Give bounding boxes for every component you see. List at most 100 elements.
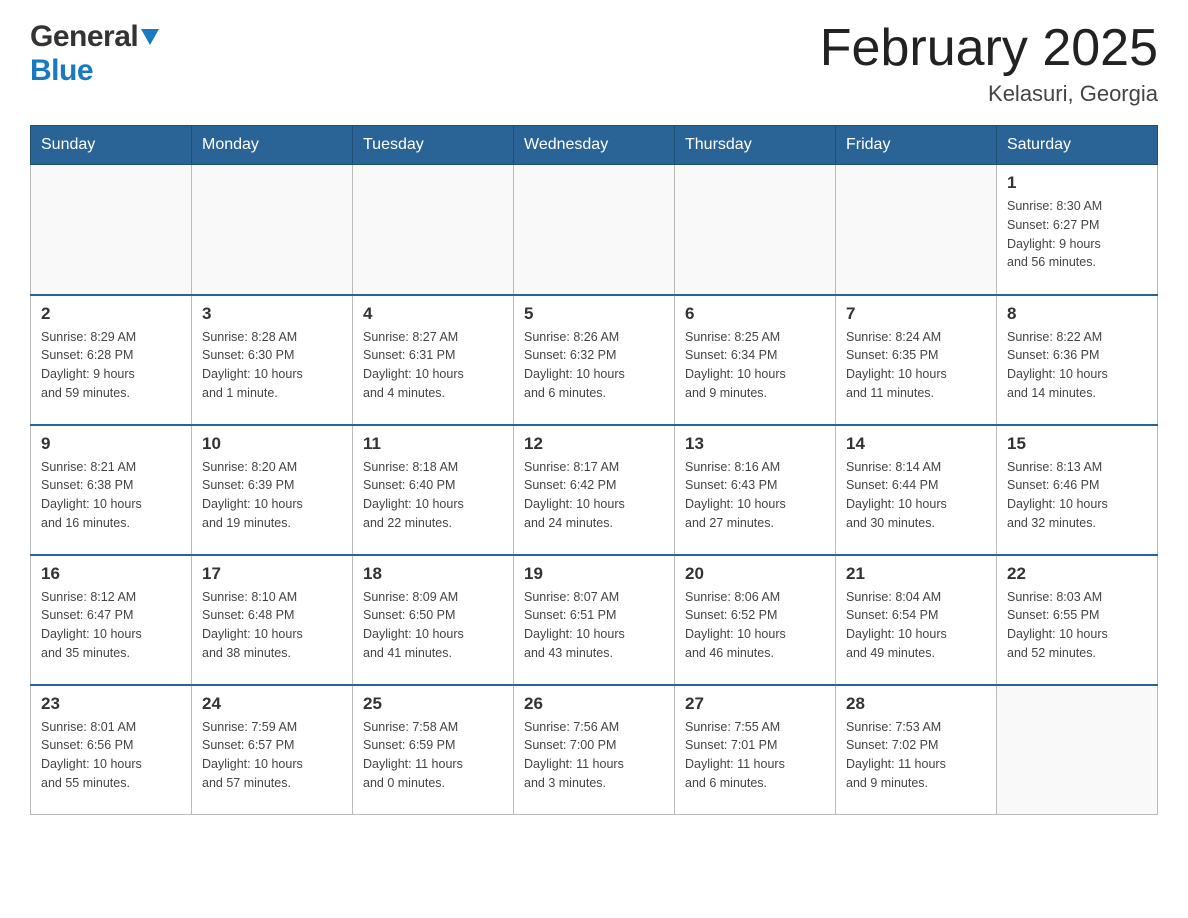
col-header-thursday: Thursday <box>675 126 836 165</box>
day-info: Sunrise: 8:26 AM Sunset: 6:32 PM Dayligh… <box>524 328 664 403</box>
day-info: Sunrise: 8:29 AM Sunset: 6:28 PM Dayligh… <box>41 328 181 403</box>
table-row: 26Sunrise: 7:56 AM Sunset: 7:00 PM Dayli… <box>514 685 675 815</box>
calendar-week-row: 1 Sunrise: 8:30 AM Sunset: 6:27 PM Daylig… <box>31 165 1158 295</box>
day-number: 15 <box>1007 434 1147 454</box>
calendar-week-row: 2 Sunrise: 8:29 AM Sunset: 6:28 PM Daylig… <box>31 295 1158 425</box>
table-row: 15 Sunrise: 8:13 AM Sunset: 6:46 PM Dayli… <box>997 425 1158 555</box>
table-row: 3 Sunrise: 8:28 AM Sunset: 6:30 PM Daylig… <box>192 295 353 425</box>
day-number: 18 <box>363 564 503 584</box>
day-info: Sunrise: 8:22 AM Sunset: 6:36 PM Dayligh… <box>1007 328 1147 403</box>
day-info: Sunrise: 8:24 AM Sunset: 6:35 PM Dayligh… <box>846 328 986 403</box>
day-number: 11 <box>363 434 503 454</box>
col-header-friday: Friday <box>836 126 997 165</box>
day-info: Sunrise: 8:28 AM Sunset: 6:30 PM Dayligh… <box>202 328 342 403</box>
day-number: 13 <box>685 434 825 454</box>
table-row: 10 Sunrise: 8:20 AM Sunset: 6:39 PM Dayli… <box>192 425 353 555</box>
table-row <box>31 165 192 295</box>
page-header: General Blue February 2025 Kelasuri, Geo… <box>30 20 1158 107</box>
day-number: 10 <box>202 434 342 454</box>
day-info: Sunrise: 8:09 AM Sunset: 6:50 PM Dayligh… <box>363 588 503 663</box>
table-row <box>997 685 1158 815</box>
logo-triangle-icon <box>141 29 159 50</box>
location-subtitle: Kelasuri, Georgia <box>820 81 1158 107</box>
day-number: 6 <box>685 304 825 324</box>
day-number: 12 <box>524 434 664 454</box>
table-row: 22Sunrise: 8:03 AM Sunset: 6:55 PM Dayli… <box>997 555 1158 685</box>
calendar-table: Sunday Monday Tuesday Wednesday Thursday… <box>30 125 1158 815</box>
table-row: 9 Sunrise: 8:21 AM Sunset: 6:38 PM Daylig… <box>31 425 192 555</box>
logo-general-text: General <box>30 20 138 54</box>
day-info: Sunrise: 8:14 AM Sunset: 6:44 PM Dayligh… <box>846 458 986 533</box>
table-row <box>836 165 997 295</box>
calendar-week-row: 16Sunrise: 8:12 AM Sunset: 6:47 PM Dayli… <box>31 555 1158 685</box>
table-row <box>192 165 353 295</box>
day-info: Sunrise: 8:30 AM Sunset: 6:27 PM Dayligh… <box>1007 197 1147 272</box>
table-row <box>353 165 514 295</box>
table-row: 5 Sunrise: 8:26 AM Sunset: 6:32 PM Daylig… <box>514 295 675 425</box>
day-number: 14 <box>846 434 986 454</box>
day-info: Sunrise: 8:04 AM Sunset: 6:54 PM Dayligh… <box>846 588 986 663</box>
day-number: 22 <box>1007 564 1147 584</box>
col-header-wednesday: Wednesday <box>514 126 675 165</box>
logo: General Blue <box>30 20 159 88</box>
table-row: 12Sunrise: 8:17 AM Sunset: 6:42 PM Dayli… <box>514 425 675 555</box>
table-row: 24 Sunrise: 7:59 AM Sunset: 6:57 PM Dayli… <box>192 685 353 815</box>
day-info: Sunrise: 8:13 AM Sunset: 6:46 PM Dayligh… <box>1007 458 1147 533</box>
day-number: 20 <box>685 564 825 584</box>
day-info: Sunrise: 7:59 AM Sunset: 6:57 PM Dayligh… <box>202 718 342 793</box>
day-info: Sunrise: 8:16 AM Sunset: 6:43 PM Dayligh… <box>685 458 825 533</box>
table-row: 8 Sunrise: 8:22 AM Sunset: 6:36 PM Daylig… <box>997 295 1158 425</box>
day-number: 21 <box>846 564 986 584</box>
table-row: 6 Sunrise: 8:25 AM Sunset: 6:34 PM Daylig… <box>675 295 836 425</box>
table-row: 14 Sunrise: 8:14 AM Sunset: 6:44 PM Dayli… <box>836 425 997 555</box>
table-row: 7 Sunrise: 8:24 AM Sunset: 6:35 PM Daylig… <box>836 295 997 425</box>
table-row: 28 Sunrise: 7:53 AM Sunset: 7:02 PM Dayli… <box>836 685 997 815</box>
table-row: 11 Sunrise: 8:18 AM Sunset: 6:40 PM Dayli… <box>353 425 514 555</box>
title-section: February 2025 Kelasuri, Georgia <box>820 20 1158 107</box>
day-number: 24 <box>202 694 342 714</box>
table-row: 13 Sunrise: 8:16 AM Sunset: 6:43 PM Dayli… <box>675 425 836 555</box>
day-number: 25 <box>363 694 503 714</box>
calendar-header-row: Sunday Monday Tuesday Wednesday Thursday… <box>31 126 1158 165</box>
day-number: 8 <box>1007 304 1147 324</box>
day-number: 3 <box>202 304 342 324</box>
table-row: 2 Sunrise: 8:29 AM Sunset: 6:28 PM Daylig… <box>31 295 192 425</box>
day-number: 9 <box>41 434 181 454</box>
day-info: Sunrise: 7:55 AM Sunset: 7:01 PM Dayligh… <box>685 718 825 793</box>
table-row: 17 Sunrise: 8:10 AM Sunset: 6:48 PM Dayli… <box>192 555 353 685</box>
day-number: 16 <box>41 564 181 584</box>
day-info: Sunrise: 8:27 AM Sunset: 6:31 PM Dayligh… <box>363 328 503 403</box>
day-info: Sunrise: 8:01 AM Sunset: 6:56 PM Dayligh… <box>41 718 181 793</box>
table-row: 1 Sunrise: 8:30 AM Sunset: 6:27 PM Daylig… <box>997 165 1158 295</box>
day-info: Sunrise: 8:21 AM Sunset: 6:38 PM Dayligh… <box>41 458 181 533</box>
day-info: Sunrise: 7:53 AM Sunset: 7:02 PM Dayligh… <box>846 718 986 793</box>
table-row: 25 Sunrise: 7:58 AM Sunset: 6:59 PM Dayli… <box>353 685 514 815</box>
day-number: 2 <box>41 304 181 324</box>
day-number: 23 <box>41 694 181 714</box>
table-row: 4 Sunrise: 8:27 AM Sunset: 6:31 PM Daylig… <box>353 295 514 425</box>
table-row: 20 Sunrise: 8:06 AM Sunset: 6:52 PM Dayli… <box>675 555 836 685</box>
day-info: Sunrise: 8:07 AM Sunset: 6:51 PM Dayligh… <box>524 588 664 663</box>
day-number: 27 <box>685 694 825 714</box>
day-info: Sunrise: 8:18 AM Sunset: 6:40 PM Dayligh… <box>363 458 503 533</box>
day-number: 28 <box>846 694 986 714</box>
day-number: 17 <box>202 564 342 584</box>
day-number: 7 <box>846 304 986 324</box>
col-header-tuesday: Tuesday <box>353 126 514 165</box>
col-header-sunday: Sunday <box>31 126 192 165</box>
table-row <box>675 165 836 295</box>
table-row: 27 Sunrise: 7:55 AM Sunset: 7:01 PM Dayli… <box>675 685 836 815</box>
day-number: 5 <box>524 304 664 324</box>
day-info: Sunrise: 8:06 AM Sunset: 6:52 PM Dayligh… <box>685 588 825 663</box>
col-header-saturday: Saturday <box>997 126 1158 165</box>
table-row: 23 Sunrise: 8:01 AM Sunset: 6:56 PM Dayli… <box>31 685 192 815</box>
day-number: 4 <box>363 304 503 324</box>
day-info: Sunrise: 8:10 AM Sunset: 6:48 PM Dayligh… <box>202 588 342 663</box>
table-row <box>514 165 675 295</box>
day-info: Sunrise: 8:20 AM Sunset: 6:39 PM Dayligh… <box>202 458 342 533</box>
calendar-week-row: 23 Sunrise: 8:01 AM Sunset: 6:56 PM Dayli… <box>31 685 1158 815</box>
logo-blue-text: Blue <box>30 54 93 87</box>
day-number: 1 <box>1007 173 1147 193</box>
day-info: Sunrise: 7:58 AM Sunset: 6:59 PM Dayligh… <box>363 718 503 793</box>
day-info: Sunrise: 8:25 AM Sunset: 6:34 PM Dayligh… <box>685 328 825 403</box>
